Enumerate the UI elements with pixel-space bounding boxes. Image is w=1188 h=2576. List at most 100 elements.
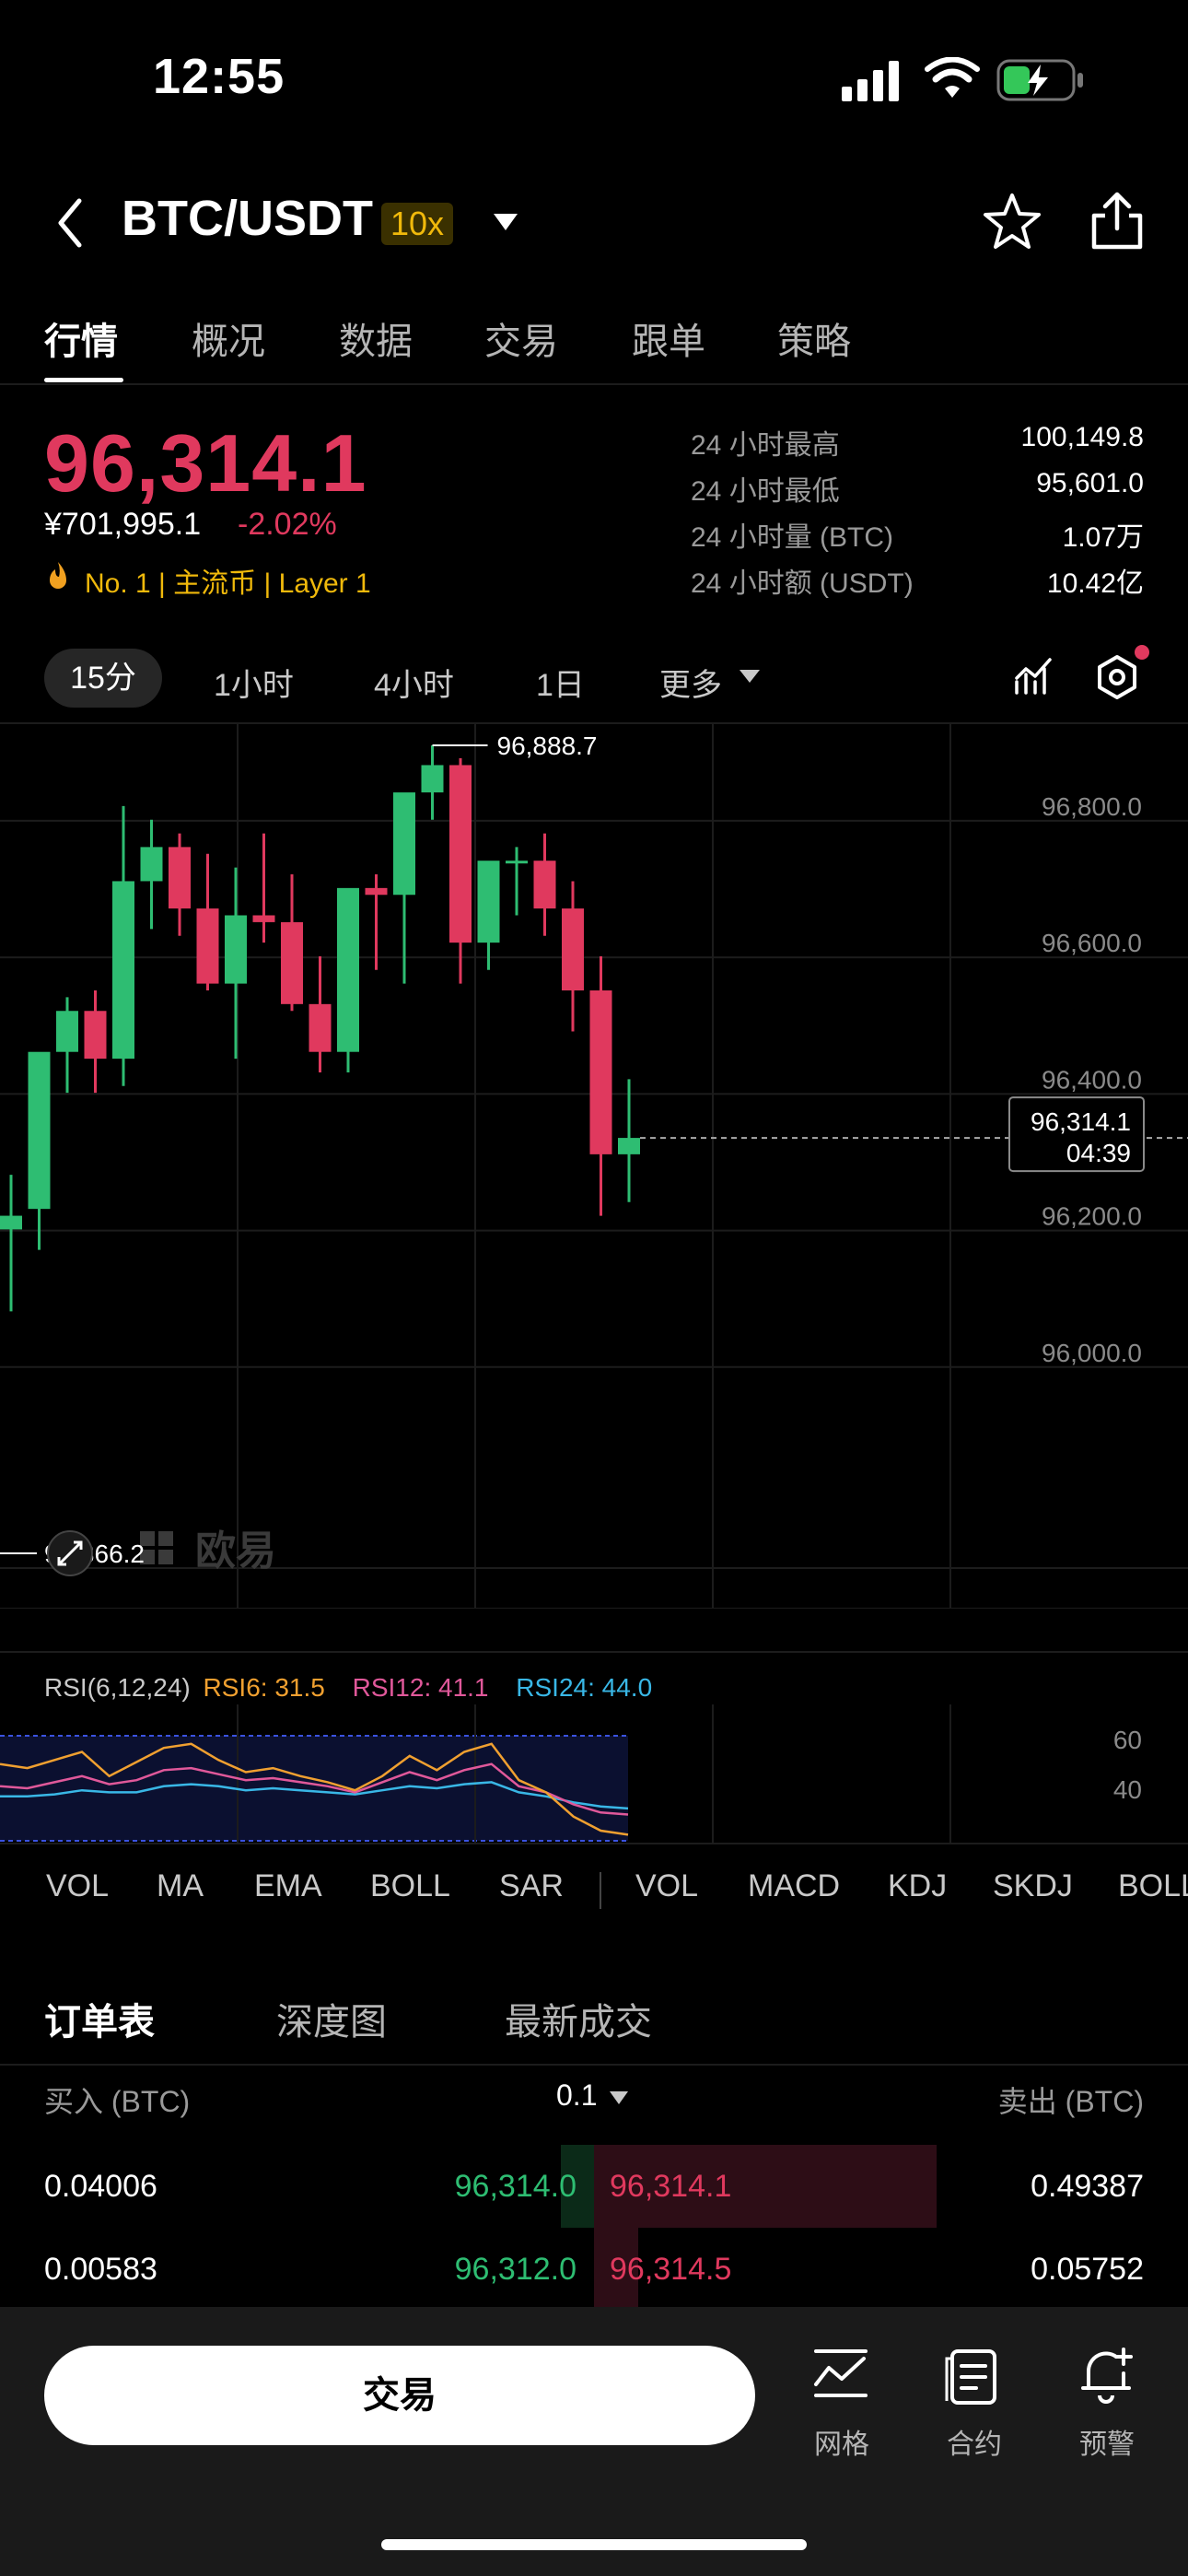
orderbook-row[interactable]: 0.00583 96,312.0 96,314.5 0.05752: [0, 2228, 1188, 2311]
grid-label[interactable]: 网格: [796, 2421, 888, 2462]
candle-body: [196, 908, 219, 984]
back-arrow-icon[interactable]: [52, 195, 92, 251]
indicator-sub-vol[interactable]: VOL: [635, 1868, 698, 1904]
price-step-select[interactable]: 0.1: [556, 2078, 629, 2113]
divider: [0, 1843, 1188, 1844]
indicator-macd[interactable]: MACD: [748, 1868, 840, 1904]
bid-header: 买入 (BTC): [44, 2085, 191, 2118]
interval-1h[interactable]: 1小时: [214, 660, 294, 705]
ask-header: 卖出 (BTC): [997, 2085, 1144, 2118]
wifi-icon: [925, 57, 980, 98]
share-icon[interactable]: [1087, 190, 1147, 252]
y-axis-labels: 96,800.0 96,600.0 96,400.0 96,200.0 96,000.0: [1042, 792, 1142, 1367]
bid-price: 96,312.0: [454, 2252, 577, 2287]
tab-data[interactable]: 数据: [339, 311, 413, 365]
ask-price: 96,314.1: [610, 2169, 732, 2204]
grid-chart-icon[interactable]: [810, 2348, 871, 2408]
divider: [0, 1651, 1188, 1653]
stat-volume-value: 1.07万: [1062, 522, 1144, 553]
last-price: 96,314.1: [44, 417, 367, 509]
stat-turnover-value: 10.42亿: [1046, 568, 1144, 599]
change-percent: -2.02%: [238, 507, 337, 542]
y-tick-label: 96,200.0: [1042, 1202, 1142, 1231]
battery-charging-icon: [996, 59, 1083, 101]
tab-market[interactable]: 行情: [44, 311, 118, 365]
indicator-icon[interactable]: [1013, 656, 1054, 697]
candle-body: [506, 861, 528, 864]
candle-body: [252, 915, 275, 922]
candlestick-chart[interactable]: 欧易 96,800.0 96,600.0 96,400.0 96,200.0 96,00…: [0, 724, 1188, 1609]
more-dropdown-icon[interactable]: [739, 669, 761, 684]
stat-turnover-label: 24 小时额 (USDT): [691, 568, 914, 599]
fire-icon: [50, 562, 66, 589]
rsi12-value: RSI12: 41.1: [352, 1673, 489, 1702]
indicator-kdj[interactable]: KDJ: [888, 1868, 947, 1904]
y-tick-label: 96,800.0: [1042, 792, 1142, 821]
high-marker-label: 96,888.7: [497, 732, 598, 760]
contract-icon[interactable]: [943, 2346, 1004, 2406]
stat-low-value: 95,601.0: [1036, 468, 1144, 498]
orderbook-row[interactable]: 0.04006 96,314.0 96,314.1 0.49387: [0, 2145, 1188, 2228]
interval-15m[interactable]: 15分: [44, 649, 162, 708]
ask-price: 96,314.5: [610, 2252, 732, 2287]
tab-recent-trades[interactable]: 最新成交: [505, 1992, 652, 2045]
contract-label[interactable]: 合约: [928, 2421, 1020, 2462]
pair-title[interactable]: BTC/USDT: [122, 190, 373, 247]
candle-body: [533, 861, 556, 909]
tab-trade[interactable]: 交易: [484, 311, 558, 365]
alert-bell-icon[interactable]: [1076, 2344, 1136, 2405]
tab-copy-trading[interactable]: 跟单: [632, 311, 705, 365]
pair-dropdown-icon[interactable]: [492, 212, 519, 232]
favorite-star-icon[interactable]: [982, 192, 1042, 252]
alert-label[interactable]: 预警: [1061, 2421, 1153, 2462]
status-time: 12:55: [153, 49, 285, 104]
tab-orderbook[interactable]: 订单表: [44, 1992, 155, 2045]
chart-settings-icon[interactable]: [1096, 654, 1138, 700]
indicator-ema[interactable]: EMA: [254, 1868, 322, 1904]
leverage-badge: 10x: [381, 203, 454, 245]
candle-body: [421, 765, 444, 793]
candle-body: [281, 921, 303, 1004]
candle-body: [477, 861, 500, 943]
rsi-tick-label: 40: [1113, 1775, 1142, 1804]
bid-qty: 0.04006: [44, 2169, 157, 2204]
indicator-separator: [600, 1872, 601, 1909]
price-step-value: 0.1: [556, 2078, 598, 2112]
watermark-text: 欧易: [195, 1528, 276, 1574]
candle-body: [589, 990, 612, 1154]
trade-button[interactable]: 交易: [44, 2346, 755, 2445]
indicator-ma[interactable]: MA: [157, 1868, 204, 1904]
tab-strategy[interactable]: 策略: [777, 311, 851, 365]
fullscreen-icon[interactable]: [47, 1530, 93, 1576]
indicator-boll[interactable]: BOLL: [370, 1868, 450, 1904]
y-tick-label: 96,600.0: [1042, 929, 1142, 957]
indicator-skdj[interactable]: SKDJ: [993, 1868, 1073, 1904]
candle-body: [28, 1051, 51, 1210]
candle-body: [225, 915, 247, 984]
indicator-sub-boll[interactable]: BOLL: [1118, 1868, 1188, 1904]
candle-body: [309, 1003, 332, 1052]
indicator-vol[interactable]: VOL: [46, 1868, 109, 1904]
rsi24-value: RSI24: 44.0: [516, 1673, 653, 1702]
rsi6-value: RSI6: 31.5: [203, 1673, 325, 1702]
rsi-tick-label: 60: [1113, 1726, 1142, 1754]
rsi-label: RSI(6,12,24): [44, 1673, 191, 1702]
indicator-sar[interactable]: SAR: [499, 1868, 564, 1904]
bid-price: 96,314.0: [454, 2169, 577, 2204]
tab-underline: [44, 378, 123, 382]
bid-qty: 0.00583: [44, 2252, 157, 2287]
interval-4h[interactable]: 4小时: [374, 660, 454, 705]
candle-body: [84, 1011, 107, 1060]
watermark-logo: 欧易: [140, 1528, 276, 1574]
interval-1d[interactable]: 1日: [536, 660, 585, 705]
candle-body: [393, 792, 415, 896]
stat-high-value: 100,149.8: [1020, 422, 1144, 452]
step-dropdown-icon: [610, 2091, 629, 2104]
tab-overview[interactable]: 概况: [192, 311, 265, 365]
candle-body: [0, 1215, 22, 1230]
cny-price: ¥701,995.1: [44, 507, 202, 542]
candle-body: [56, 1011, 78, 1052]
interval-more[interactable]: 更多: [659, 660, 722, 705]
tab-depth[interactable]: 深度图: [276, 1992, 387, 2045]
y-tick-label: 96,400.0: [1042, 1065, 1142, 1094]
